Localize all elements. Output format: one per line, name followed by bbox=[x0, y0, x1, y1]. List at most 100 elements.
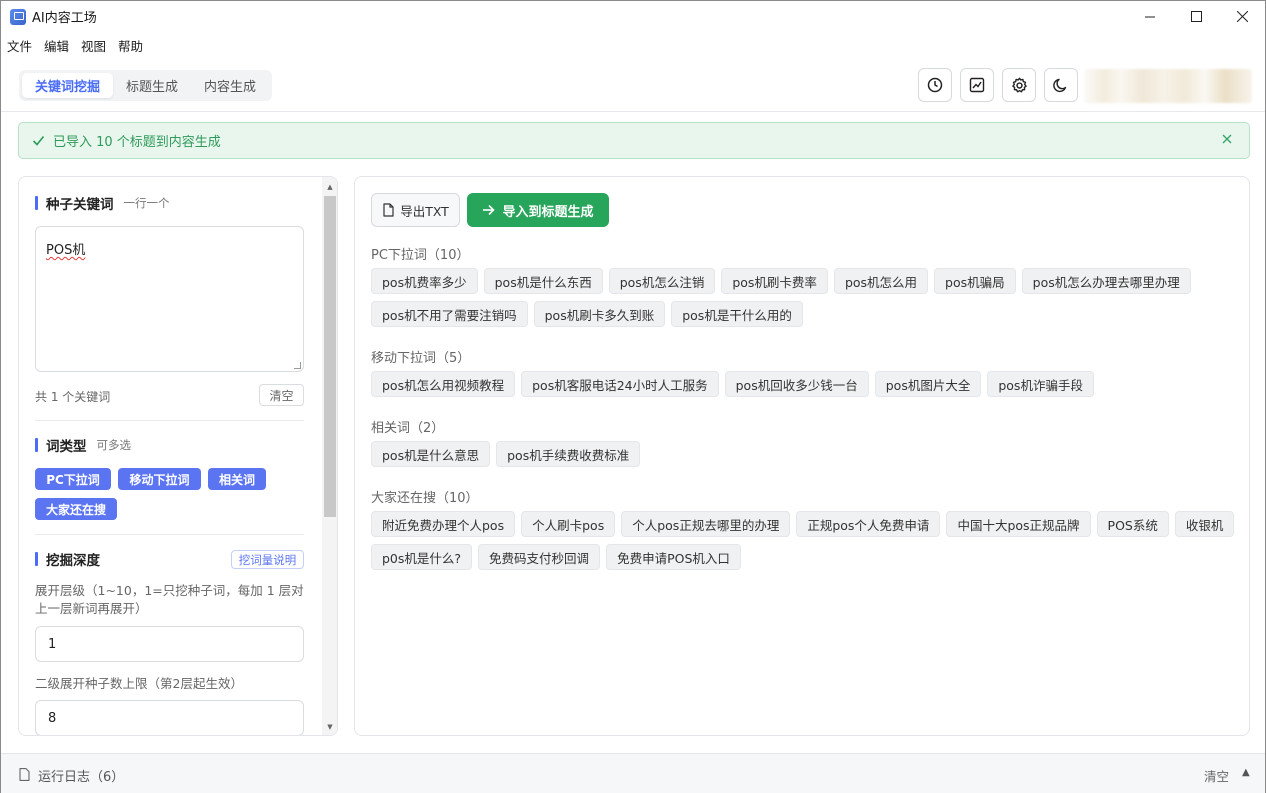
settings-gear-icon bbox=[1011, 77, 1027, 92]
keyword-tag[interactable]: p0s机是什么? bbox=[371, 544, 473, 570]
keyword-tag[interactable]: pos机怎么注销 bbox=[608, 268, 716, 294]
keyword-tag[interactable]: 中国十大pos正规品牌 bbox=[946, 511, 1091, 537]
settings-button[interactable] bbox=[1002, 68, 1036, 102]
divider bbox=[35, 420, 304, 421]
export-txt-label: 导出TXT bbox=[400, 203, 449, 219]
file-icon bbox=[383, 203, 394, 217]
keyword-tag[interactable]: POS系统 bbox=[1096, 511, 1169, 537]
expand-level-input[interactable]: 1 bbox=[35, 626, 304, 662]
word-type-chip-mobile[interactable]: 移动下拉词 bbox=[118, 468, 201, 490]
keyword-tag[interactable]: pos机怎么办理去哪里办理 bbox=[1021, 268, 1191, 294]
seed-section-title: 种子关键词 bbox=[46, 197, 114, 213]
second-level-limit-input[interactable]: 8 bbox=[35, 700, 304, 735]
keyword-tag[interactable]: 个人pos正规去哪里的办理 bbox=[621, 511, 791, 537]
keyword-tag[interactable]: pos机不用了需要注销吗 bbox=[371, 301, 528, 327]
toolbar bbox=[918, 68, 1086, 102]
menu-edit[interactable]: 编辑 bbox=[44, 36, 75, 55]
keyword-tag[interactable]: pos机费率多少 bbox=[371, 268, 478, 294]
keyword-tag-row: pos机费率多少 pos机是什么东西 pos机怎么注销 pos机刷卡费率 pos机怎么用… bbox=[371, 268, 1197, 294]
seed-keyword-value: POS机 bbox=[46, 243, 86, 258]
keyword-tag[interactable]: pos机怎么用 bbox=[833, 268, 929, 294]
keyword-tag[interactable]: pos机回收多少钱一台 bbox=[724, 371, 869, 397]
keyword-tag[interactable]: 正规pos个人免费申请 bbox=[796, 511, 941, 537]
tab-keyword-mining[interactable]: 关键词挖掘 bbox=[22, 73, 114, 98]
keyword-tag-row: pos机不用了需要注销吗 pos机刷卡多久到账 pos机是干什么用的 bbox=[371, 301, 809, 327]
menu-view[interactable]: 视图 bbox=[81, 36, 112, 55]
success-banner: 已导入 10 个标题到内容生成 bbox=[18, 122, 1250, 159]
seed-section-header: 种子关键词 一行一个 bbox=[35, 193, 170, 213]
depth-section-title: 挖掘深度 bbox=[46, 553, 100, 569]
app-logo-icon bbox=[10, 8, 26, 25]
keyword-tag[interactable]: 附近免费办理个人pos bbox=[371, 511, 516, 537]
seed-section-hint: 一行一个 bbox=[123, 196, 170, 210]
keyword-tag[interactable]: 收银机 bbox=[1174, 511, 1235, 537]
depth-help-button[interactable]: 挖词量说明 bbox=[231, 550, 304, 569]
word-type-chip-also-search[interactable]: 大家还在搜 bbox=[35, 498, 117, 520]
menu-help[interactable]: 帮助 bbox=[118, 36, 149, 55]
keyword-tag[interactable]: pos机刷卡多久到账 bbox=[533, 301, 666, 327]
history-clock-icon bbox=[927, 77, 943, 93]
section-accent-bar bbox=[35, 196, 38, 210]
menu-bar: 文件 编辑 视图 帮助 bbox=[1, 34, 155, 56]
keyword-tag[interactable]: pos机是什么意思 bbox=[371, 441, 491, 467]
keyword-tag[interactable]: 免费申请POS机入口 bbox=[606, 544, 741, 570]
keyword-tag[interactable]: pos机手续费收费标准 bbox=[496, 441, 641, 467]
keyword-count: 共 1 个关键词 bbox=[35, 390, 111, 404]
tab-content-generation[interactable]: 内容生成 bbox=[191, 73, 269, 98]
file-icon bbox=[19, 768, 30, 781]
tab-title-generation[interactable]: 标题生成 bbox=[113, 73, 191, 98]
keyword-tag[interactable]: pos机是干什么用的 bbox=[671, 301, 803, 327]
word-type-title: 词类型 bbox=[46, 439, 87, 455]
menu-file[interactable]: 文件 bbox=[7, 36, 38, 55]
stats-button[interactable] bbox=[960, 68, 994, 102]
second-level-limit-label: 二级展开种子数上限（第2层起生效） bbox=[35, 676, 243, 691]
keyword-tag[interactable]: pos机骗局 bbox=[934, 268, 1016, 294]
keyword-tag[interactable]: pos机诈骗手段 bbox=[987, 371, 1094, 397]
word-type-section-header: 词类型 可多选 bbox=[35, 435, 131, 455]
section-accent-bar bbox=[35, 438, 38, 452]
scroll-up-icon[interactable]: ▲ bbox=[322, 179, 337, 195]
scroll-down-icon[interactable]: ▼ bbox=[322, 719, 337, 735]
export-txt-button[interactable]: 导出TXT bbox=[371, 193, 460, 227]
keyword-tag[interactable]: 个人刷卡pos bbox=[521, 511, 616, 537]
dark-mode-moon-icon bbox=[1053, 78, 1067, 93]
dark-mode-button[interactable] bbox=[1044, 68, 1078, 102]
keyword-group-title: PC下拉词（10） bbox=[371, 248, 470, 263]
keyword-group-title: 大家还在搜（10） bbox=[371, 491, 479, 506]
check-icon bbox=[31, 134, 45, 148]
scrollbar-thumb[interactable] bbox=[322, 194, 337, 519]
keyword-tag[interactable]: pos机怎么用视频教程 bbox=[371, 371, 516, 397]
keyword-tag-row: pos机怎么用视频教程 pos机客服电话24小时人工服务 pos机回收多少钱一台 po… bbox=[371, 371, 1100, 397]
keyword-group-title: 移动下拉词（5） bbox=[371, 351, 471, 366]
app-header: 关键词挖掘 标题生成 内容生成 bbox=[1, 61, 1265, 112]
resize-handle-icon[interactable] bbox=[294, 362, 301, 369]
close-icon[interactable] bbox=[1222, 132, 1232, 148]
window-controls bbox=[1127, 1, 1265, 32]
clear-log-button[interactable]: 清空 bbox=[1204, 766, 1229, 785]
divider bbox=[35, 534, 304, 535]
run-log-toggle[interactable]: 运行日志（6） bbox=[38, 766, 124, 785]
clear-seed-button[interactable]: 清空 bbox=[259, 384, 304, 406]
close-icon[interactable] bbox=[1219, 1, 1265, 32]
section-accent-bar bbox=[35, 552, 38, 566]
word-type-chip-pc[interactable]: PC下拉词 bbox=[35, 468, 111, 490]
maximize-icon[interactable] bbox=[1173, 1, 1219, 32]
minimize-icon[interactable] bbox=[1127, 1, 1173, 32]
keyword-tag[interactable]: pos机图片大全 bbox=[874, 371, 982, 397]
word-type-chip-related[interactable]: 相关词 bbox=[208, 468, 266, 490]
keyword-tag[interactable]: pos机客服电话24小时人工服务 bbox=[521, 371, 719, 397]
import-to-title-label: 导入到标题生成 bbox=[502, 204, 594, 220]
settings-panel: 种子关键词 一行一个 POS机 共 1 个关键词 清空 词类型 可多选 PC下拉… bbox=[18, 176, 338, 736]
keyword-tag[interactable]: pos机刷卡费率 bbox=[721, 268, 828, 294]
arrow-right-icon bbox=[483, 204, 496, 216]
seed-keywords-textarea[interactable]: POS机 bbox=[35, 226, 304, 372]
blurred-user-info bbox=[1084, 69, 1252, 103]
keyword-tag[interactable]: 免费码支付秒回调 bbox=[478, 544, 601, 570]
expand-log-icon[interactable]: ▲ bbox=[1242, 767, 1250, 778]
keyword-tag-row: p0s机是什么? 免费码支付秒回调 免费申请POS机入口 bbox=[371, 544, 747, 570]
log-footer: 运行日志（6） 清空 ▲ bbox=[1, 753, 1265, 793]
import-to-title-button[interactable]: 导入到标题生成 bbox=[467, 193, 609, 227]
keyword-tag[interactable]: pos机是什么东西 bbox=[483, 268, 603, 294]
history-button[interactable] bbox=[918, 68, 952, 102]
word-type-hint: 可多选 bbox=[96, 438, 132, 452]
